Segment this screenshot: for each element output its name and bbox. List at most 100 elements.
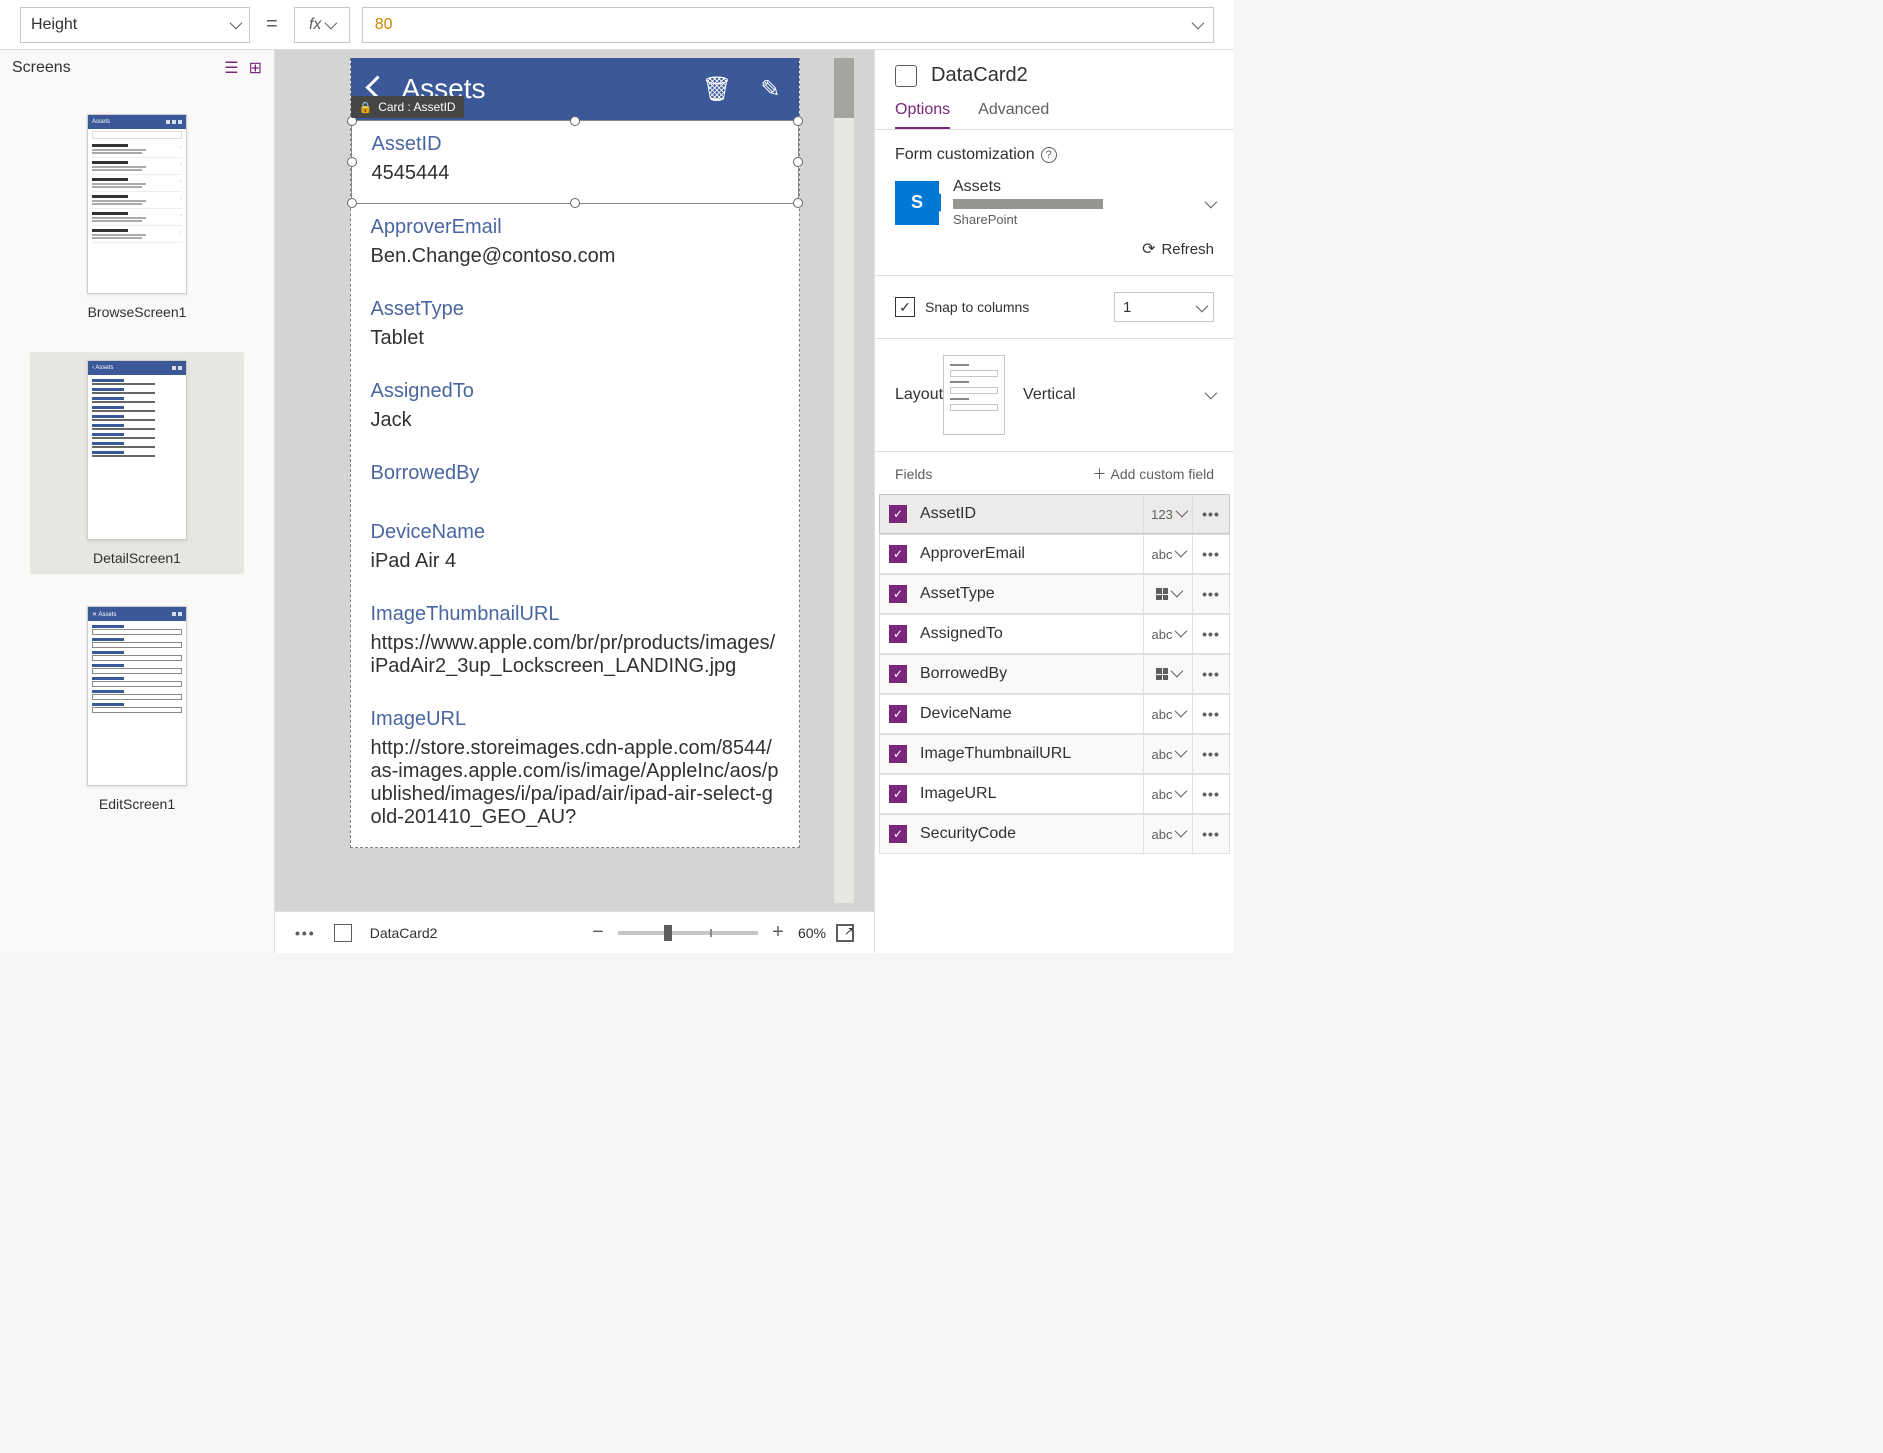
field-checkbox[interactable]: ✓ (889, 585, 907, 603)
field-type-dropdown[interactable]: abc (1143, 695, 1193, 733)
snap-checkbox[interactable] (895, 297, 915, 317)
screen-thumb-browsescreen1[interactable]: AssetsBrowseScreen1 (30, 106, 244, 328)
fx-button[interactable]: fx (294, 7, 350, 43)
zoom-out-button[interactable]: − (588, 921, 608, 944)
field-more-button[interactable]: ••• (1193, 586, 1229, 602)
vertical-scrollbar[interactable] (834, 58, 854, 903)
field-type-dropdown[interactable] (1143, 575, 1193, 613)
equals-symbol: = (262, 13, 282, 36)
field-checkbox[interactable]: ✓ (889, 665, 907, 683)
sharepoint-icon: S (895, 181, 939, 225)
data-card[interactable]: AssetType Tablet (351, 286, 799, 368)
field-more-button[interactable]: ••• (1193, 546, 1229, 562)
grid-view-icon[interactable]: ⊞ (249, 58, 262, 78)
data-card[interactable]: AssetID4545444 (351, 120, 799, 204)
field-more-button[interactable]: ••• (1193, 626, 1229, 642)
field-name: ImageThumbnailURL (916, 745, 1143, 763)
property-dropdown[interactable]: Height (20, 7, 250, 43)
field-checkbox[interactable]: ✓ (889, 785, 907, 803)
field-row[interactable]: ✓ ImageThumbnailURLabc ••• (879, 734, 1230, 774)
element-checkbox[interactable] (895, 65, 917, 87)
field-row[interactable]: ✓ BorrowedBy ••• (879, 654, 1230, 694)
data-card[interactable]: ImageURLhttp://store.storeimages.cdn-app… (351, 696, 799, 847)
field-row[interactable]: ✓AssignedToabc ••• (879, 614, 1230, 654)
chevron-down-icon (1196, 299, 1205, 316)
field-more-button[interactable]: ••• (1193, 786, 1229, 802)
field-checkbox[interactable]: ✓ (889, 505, 907, 523)
field-row[interactable]: ✓ AssetType ••• (879, 574, 1230, 614)
more-icon[interactable]: ••• (295, 925, 316, 941)
layout-selector[interactable]: Vertical (943, 355, 1214, 435)
field-checkbox[interactable]: ✓ (889, 545, 907, 563)
columns-value: 1 (1123, 299, 1131, 316)
breadcrumb-text: DataCard2 (370, 925, 438, 941)
field-row[interactable]: ✓AssetID123 ••• (879, 494, 1230, 534)
data-card[interactable]: ApproverEmailBen.Change@contoso.com (351, 204, 799, 286)
field-checkbox[interactable]: ✓ (889, 745, 907, 763)
card-tooltip: 🔒 Card : AssetID (351, 96, 464, 118)
zoom-percent: 60% (798, 925, 826, 941)
pencil-icon[interactable]: ✎ (760, 75, 780, 104)
field-row[interactable]: ✓SecurityCodeabc ••• (879, 814, 1230, 854)
plus-icon: ＋ (1093, 464, 1107, 484)
zoom-in-button[interactable]: + (768, 921, 788, 944)
field-more-button[interactable]: ••• (1193, 826, 1229, 842)
zoom-slider[interactable] (618, 931, 758, 935)
field-checkbox[interactable]: ✓ (889, 825, 907, 843)
data-card[interactable]: DeviceNameiPad Air 4 (351, 509, 799, 591)
card-label: AssetType (371, 298, 779, 321)
datasource-provider: SharePoint (953, 212, 1191, 227)
card-value: Tablet (371, 327, 779, 350)
help-icon[interactable]: ? (1041, 147, 1057, 163)
property-value: Height (31, 16, 77, 34)
field-row[interactable]: ✓DeviceNameabc ••• (879, 694, 1230, 734)
trash-icon[interactable]: 🗑 (702, 75, 732, 104)
data-card[interactable]: ImageThumbnailURLhttps://www.apple.com/b… (351, 591, 799, 696)
field-more-button[interactable]: ••• (1193, 506, 1229, 522)
field-more-button[interactable]: ••• (1193, 706, 1229, 722)
field-type-dropdown[interactable]: abc (1143, 775, 1193, 813)
field-name: AssetType (916, 585, 1143, 603)
refresh-button[interactable]: ⟳ Refresh (895, 239, 1214, 259)
field-type-dropdown[interactable]: abc (1143, 735, 1193, 773)
card-label: ApproverEmail (371, 216, 779, 239)
field-more-button[interactable]: ••• (1193, 666, 1229, 682)
data-card[interactable]: BorrowedBy (351, 450, 799, 509)
layout-preview-icon (943, 355, 1005, 435)
screen-thumb-editscreen1[interactable]: ✕ AssetsEditScreen1 (30, 598, 244, 820)
chevron-down-icon (1171, 668, 1180, 680)
chevron-down-icon (1175, 828, 1184, 840)
field-checkbox[interactable]: ✓ (889, 625, 907, 643)
add-custom-field-button[interactable]: ＋ Add custom field (1093, 464, 1215, 484)
tab-options[interactable]: Options (895, 101, 950, 129)
field-name: ImageURL (916, 785, 1143, 803)
data-card[interactable]: AssignedToJack (351, 368, 799, 450)
slider-thumb[interactable] (664, 925, 672, 941)
field-name: BorrowedBy (916, 665, 1143, 683)
card-label: ImageURL (371, 708, 779, 731)
field-type-dropdown[interactable]: abc (1143, 815, 1193, 853)
card-value: Jack (371, 409, 779, 432)
card-value: iPad Air 4 (371, 550, 779, 573)
columns-dropdown[interactable]: 1 (1114, 292, 1214, 322)
list-view-icon[interactable]: ☰ (224, 58, 238, 78)
formula-input[interactable]: 80 (362, 7, 1214, 43)
fit-screen-icon[interactable] (836, 924, 854, 942)
app-preview[interactable]: 🔒 Card : AssetID Assets 🗑 ✎ AssetI (350, 58, 800, 848)
field-type-dropdown[interactable]: 123 (1143, 495, 1193, 533)
field-row[interactable]: ✓ApproverEmailabc ••• (879, 534, 1230, 574)
scrollbar-thumb[interactable] (834, 58, 854, 118)
card-label: ImageThumbnailURL (371, 603, 779, 626)
chevron-down-icon (1175, 548, 1184, 560)
field-checkbox[interactable]: ✓ (889, 705, 907, 723)
field-type-dropdown[interactable]: abc (1143, 535, 1193, 573)
data-source-selector[interactable]: S Assets SharePoint (895, 178, 1214, 227)
screen-name: EditScreen1 (38, 796, 236, 812)
screen-thumb-detailscreen1[interactable]: ‹ AssetsDetailScreen1 (30, 352, 244, 574)
tab-advanced[interactable]: Advanced (978, 101, 1049, 129)
breadcrumb-checkbox[interactable] (334, 924, 352, 942)
field-more-button[interactable]: ••• (1193, 746, 1229, 762)
field-type-dropdown[interactable]: abc (1143, 615, 1193, 653)
field-row[interactable]: ✓ ImageURLabc ••• (879, 774, 1230, 814)
field-type-dropdown[interactable] (1143, 655, 1193, 693)
